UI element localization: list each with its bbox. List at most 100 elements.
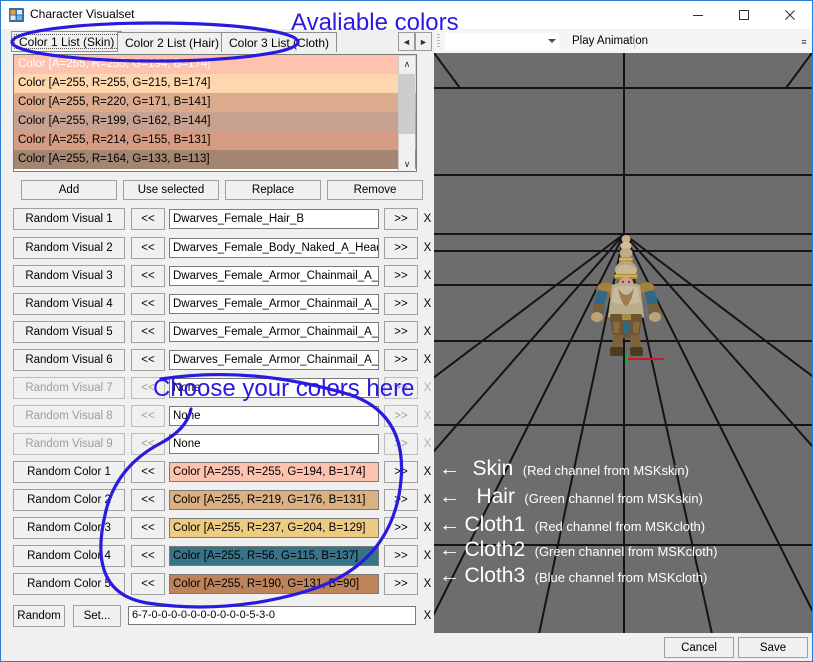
- visual-3-input[interactable]: Dwarves_Female_Armor_Chainmail_A_Upperbo…: [169, 266, 379, 286]
- delete-button[interactable]: X: [421, 517, 434, 539]
- toolbar-overflow-button[interactable]: ≡: [797, 33, 811, 50]
- cancel-button[interactable]: Cancel: [664, 637, 734, 658]
- random-visual-2-button[interactable]: Random Visual 2: [13, 237, 125, 259]
- delete-button[interactable]: X: [421, 349, 434, 371]
- save-button[interactable]: Save: [738, 637, 808, 658]
- visual-6-input[interactable]: Dwarves_Female_Armor_Chainmail_A_Legs_A: [169, 350, 379, 370]
- next-button[interactable]: >>: [384, 293, 418, 315]
- replace-button[interactable]: Replace: [225, 180, 321, 200]
- next-button[interactable]: >>: [384, 545, 418, 567]
- list-scrollbar[interactable]: ∧ ∨: [398, 56, 415, 171]
- tab-scroll-left-button[interactable]: ◄: [398, 32, 415, 51]
- list-item[interactable]: Color [A=255, R=214, G=155, B=131]: [14, 131, 416, 150]
- prev-button[interactable]: <<: [131, 208, 165, 230]
- toolbar-grip-icon[interactable]: [437, 34, 440, 49]
- color-row-4: Random Color 4 << Color [A=255, R=56, G=…: [13, 545, 431, 567]
- scroll-down-icon[interactable]: ∨: [399, 156, 415, 171]
- use-selected-button[interactable]: Use selected: [123, 180, 219, 200]
- left-panel: Color [A=255, R=255, G=194, B=174] Color…: [9, 52, 433, 632]
- random-visual-5-button[interactable]: Random Visual 5: [13, 321, 125, 343]
- color-3-input[interactable]: Color [A=255, R=237, G=204, B=129]: [169, 518, 379, 538]
- tab-color-2-hair[interactable]: Color 2 List (Hair): [117, 32, 228, 52]
- visual-7-input[interactable]: None: [169, 378, 379, 398]
- prev-button[interactable]: <<: [131, 517, 165, 539]
- visualset-code-input[interactable]: 6-7-0-0-0-0-0-0-0-0-0-0-5-3-0: [128, 606, 416, 625]
- tab-scroll-right-button[interactable]: ►: [415, 32, 432, 51]
- random-color-5-button[interactable]: Random Color 5: [13, 573, 125, 595]
- random-color-1-button[interactable]: Random Color 1: [13, 461, 125, 483]
- next-button[interactable]: >>: [384, 237, 418, 259]
- random-visual-4-button[interactable]: Random Visual 4: [13, 293, 125, 315]
- random-button[interactable]: Random: [13, 605, 65, 627]
- scroll-up-icon[interactable]: ∧: [399, 56, 415, 72]
- visual-5-input[interactable]: Dwarves_Female_Armor_Chainmail_A_Lowerbo…: [169, 322, 379, 342]
- random-color-4-button[interactable]: Random Color 4: [13, 545, 125, 567]
- random-visual-1-button[interactable]: Random Visual 1: [13, 208, 125, 230]
- delete-button[interactable]: X: [421, 237, 434, 259]
- next-button[interactable]: >>: [384, 349, 418, 371]
- list-item[interactable]: Color [A=255, R=199, G=162, B=144]: [14, 112, 416, 131]
- list-item[interactable]: Color [A=255, R=255, G=194, B=174]: [14, 55, 416, 74]
- next-button[interactable]: >>: [384, 265, 418, 287]
- delete-button[interactable]: X: [421, 545, 434, 567]
- next-button: >>: [384, 377, 418, 399]
- random-visual-7-button: Random Visual 7: [13, 377, 125, 399]
- scrollbar-thumb[interactable]: [399, 74, 415, 134]
- list-item[interactable]: Color [A=255, R=220, G=171, B=141]: [14, 93, 416, 112]
- close-button[interactable]: [767, 1, 812, 29]
- delete-button[interactable]: X: [421, 489, 434, 511]
- delete-button[interactable]: X: [421, 208, 434, 230]
- prev-button[interactable]: <<: [131, 237, 165, 259]
- list-item[interactable]: Color [A=255, R=255, G=215, B=174]: [14, 74, 416, 93]
- random-color-3-button[interactable]: Random Color 3: [13, 517, 125, 539]
- play-animation-button[interactable]: Play Animation: [566, 32, 654, 51]
- prev-button[interactable]: <<: [131, 461, 165, 483]
- tab-color-3-cloth[interactable]: Color 3 List (Cloth): [221, 32, 338, 52]
- random-visual-3-button[interactable]: Random Visual 3: [13, 265, 125, 287]
- dialog-footer: Cancel Save: [1, 633, 812, 661]
- next-button[interactable]: >>: [384, 321, 418, 343]
- remove-button[interactable]: Remove: [327, 180, 423, 200]
- delete-button[interactable]: X: [421, 573, 434, 595]
- set-button[interactable]: Set...: [73, 605, 121, 627]
- prev-button[interactable]: <<: [131, 321, 165, 343]
- visual-1-input[interactable]: Dwarves_Female_Hair_B: [169, 209, 379, 229]
- color-5-input[interactable]: Color [A=255, R=190, G=131, B=90]: [169, 574, 379, 594]
- prev-button[interactable]: <<: [131, 349, 165, 371]
- next-button[interactable]: >>: [384, 461, 418, 483]
- minimize-icon: [692, 15, 703, 16]
- prev-button[interactable]: <<: [131, 573, 165, 595]
- color-1-input[interactable]: Color [A=255, R=255, G=194, B=174]: [169, 462, 379, 482]
- next-button[interactable]: >>: [384, 573, 418, 595]
- visual-4-input[interactable]: Dwarves_Female_Armor_Chainmail_A_Arms_A: [169, 294, 379, 314]
- minimize-button[interactable]: [675, 1, 720, 29]
- tab-scroll-buttons: ◄ ►: [398, 32, 432, 51]
- random-color-2-button[interactable]: Random Color 2: [13, 489, 125, 511]
- prev-button[interactable]: <<: [131, 489, 165, 511]
- animation-select[interactable]: [444, 32, 560, 51]
- list-item[interactable]: Color [A=255, R=164, G=133, B=113]: [14, 150, 416, 169]
- 3d-viewport[interactable]: [434, 53, 812, 634]
- delete-button[interactable]: X: [421, 265, 434, 287]
- maximize-button[interactable]: [721, 1, 766, 29]
- random-visual-6-button[interactable]: Random Visual 6: [13, 349, 125, 371]
- next-button[interactable]: >>: [384, 489, 418, 511]
- character-model-preview: [591, 235, 661, 356]
- color-2-input[interactable]: Color [A=255, R=219, G=176, B=131]: [169, 490, 379, 510]
- available-colors-list[interactable]: Color [A=255, R=255, G=194, B=174] Color…: [13, 54, 417, 172]
- visual-8-input[interactable]: None: [169, 406, 379, 426]
- prev-button[interactable]: <<: [131, 545, 165, 567]
- delete-button[interactable]: X: [421, 461, 434, 483]
- delete-button[interactable]: X: [421, 607, 434, 625]
- next-button[interactable]: >>: [384, 208, 418, 230]
- color-4-input[interactable]: Color [A=255, R=56, G=115, B=137]: [169, 546, 379, 566]
- add-button[interactable]: Add: [21, 180, 117, 200]
- prev-button[interactable]: <<: [131, 265, 165, 287]
- tab-color-1-skin[interactable]: Color 1 List (Skin): [11, 31, 123, 52]
- visual-9-input[interactable]: None: [169, 434, 379, 454]
- prev-button[interactable]: <<: [131, 293, 165, 315]
- delete-button[interactable]: X: [421, 293, 434, 315]
- next-button[interactable]: >>: [384, 517, 418, 539]
- delete-button[interactable]: X: [421, 321, 434, 343]
- visual-2-input[interactable]: Dwarves_Female_Body_Naked_A_Head_H: [169, 238, 379, 258]
